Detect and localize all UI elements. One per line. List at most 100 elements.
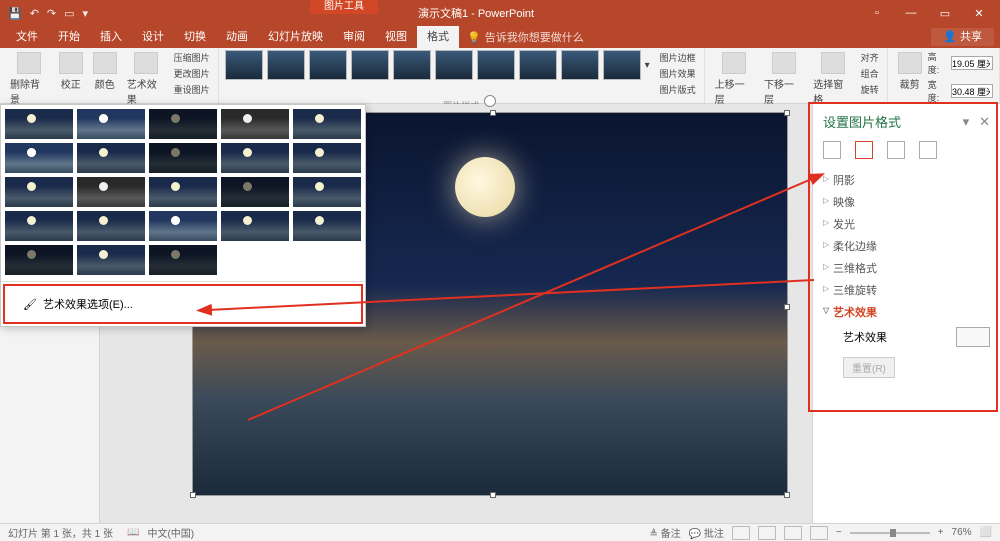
style-item[interactable] [225,50,263,80]
picture-styles-gallery[interactable]: ▾ [225,50,650,80]
bring-forward-button[interactable]: 上移一层 [711,50,758,108]
style-item[interactable] [351,50,389,80]
tab-file[interactable]: 文件 [6,26,48,48]
notes-button[interactable]: ≜ 备注 [649,525,680,540]
effect-thumbnail[interactable] [5,109,73,139]
effect-thumbnail[interactable] [77,177,145,207]
sorter-view-button[interactable] [758,526,776,540]
height-input[interactable] [951,56,993,70]
style-item[interactable] [519,50,557,80]
effect-thumbnail[interactable] [5,245,73,275]
effect-thumbnail[interactable] [5,211,73,241]
reading-view-button[interactable] [784,526,802,540]
undo-icon[interactable]: ↶ [30,7,39,20]
change-picture-button[interactable]: 更改图片 [172,66,212,81]
picture-layout-button[interactable]: 图片版式 [658,82,698,97]
artistic-effects-section[interactable]: 艺术效果 [823,301,990,323]
ribbon-options-icon[interactable]: ▫ [862,7,892,20]
effect-thumbnail[interactable] [293,143,361,173]
resize-handle[interactable] [490,110,496,116]
style-item[interactable] [603,50,641,80]
effect-thumbnail[interactable] [77,211,145,241]
tab-animations[interactable]: 动画 [216,26,258,48]
language-indicator[interactable]: 中文(中国) [147,525,194,540]
tab-format[interactable]: 格式 [417,26,459,48]
normal-view-button[interactable] [732,526,750,540]
effect-thumbnail[interactable] [293,211,361,241]
artistic-effects-options[interactable]: 🖌 艺术效果选项(E)... [13,290,353,318]
resize-handle[interactable] [190,492,196,498]
minimize-button[interactable]: — [896,7,926,20]
resize-handle[interactable] [784,110,790,116]
share-button[interactable]: 👤 共享 [931,28,994,46]
effect-thumbnail[interactable] [5,143,73,173]
style-item[interactable] [309,50,347,80]
tab-transitions[interactable]: 切换 [174,26,216,48]
send-backward-button[interactable]: 下移一层 [760,50,807,108]
zoom-out-button[interactable]: − [836,527,842,538]
effect-thumbnail[interactable] [5,177,73,207]
reset-button[interactable]: 重置(R) [843,357,895,378]
rotate-handle[interactable] [484,95,496,107]
panel-close-icon[interactable]: ✕ [979,114,990,130]
redo-icon[interactable]: ↷ [47,7,56,20]
reflection-section[interactable]: 映像 [823,191,990,213]
effect-thumbnail[interactable] [293,109,361,139]
resize-handle[interactable] [784,492,790,498]
crop-button[interactable]: 裁剪 [894,50,926,93]
save-icon[interactable]: 💾 [8,7,22,20]
glow-section[interactable]: 发光 [823,213,990,235]
style-item[interactable] [477,50,515,80]
effect-thumbnail[interactable] [77,109,145,139]
tell-me[interactable]: 💡 告诉我你想要做什么 [467,29,584,45]
effect-thumbnail[interactable] [221,143,289,173]
effect-thumbnail[interactable] [149,211,217,241]
zoom-in-button[interactable]: + [938,527,944,538]
effect-thumbnail[interactable] [221,177,289,207]
fit-to-window-button[interactable]: ⬜ [980,527,992,538]
tab-view[interactable]: 视图 [375,26,417,48]
corrections-button[interactable]: 校正 [55,50,87,93]
picture-border-button[interactable]: 图片边框 [658,50,698,65]
effect-thumbnail[interactable] [77,245,145,275]
effect-thumbnail[interactable] [149,143,217,173]
remove-background-button[interactable]: 删除背景 [6,50,53,108]
reset-picture-button[interactable]: 重设图片 [172,82,212,97]
resize-handle[interactable] [784,304,790,310]
qat-more-icon[interactable]: ▾ [83,7,89,20]
effect-thumbnail[interactable] [149,177,217,207]
shadow-section[interactable]: 阴影 [823,169,990,191]
style-item[interactable] [561,50,599,80]
tab-review[interactable]: 审阅 [333,26,375,48]
style-item[interactable] [393,50,431,80]
slideshow-view-button[interactable] [810,526,828,540]
zoom-level[interactable]: 76% [952,527,972,538]
artistic-effects-button[interactable]: 艺术效果 [123,50,170,108]
compress-pictures-button[interactable]: 压缩图片 [172,50,212,65]
3d-rotation-section[interactable]: 三维旋转 [823,279,990,301]
effects-icon[interactable] [855,141,873,159]
tab-home[interactable]: 开始 [48,26,90,48]
picture-icon[interactable] [919,141,937,159]
picture-effects-button[interactable]: 图片效果 [658,66,698,81]
rotate-button[interactable]: 旋转 [859,82,881,97]
gallery-more-icon[interactable]: ▾ [645,60,650,71]
selection-pane-button[interactable]: 选择窗格 [809,50,856,108]
artistic-effect-dropdown[interactable] [956,327,990,347]
effect-thumbnail[interactable] [293,177,361,207]
panel-dropdown-icon[interactable]: ▾ [963,114,970,130]
3d-format-section[interactable]: 三维格式 [823,257,990,279]
comments-button[interactable]: 💬 批注 [689,525,724,540]
effect-thumbnail[interactable] [77,143,145,173]
resize-handle[interactable] [490,492,496,498]
effect-thumbnail[interactable] [149,245,217,275]
zoom-slider[interactable] [850,532,930,534]
tab-design[interactable]: 设计 [132,26,174,48]
tab-insert[interactable]: 插入 [90,26,132,48]
tab-slideshow[interactable]: 幻灯片放映 [258,26,333,48]
soft-edges-section[interactable]: 柔化边缘 [823,235,990,257]
size-properties-icon[interactable] [887,141,905,159]
close-button[interactable]: ✕ [964,7,994,20]
color-button[interactable]: 颜色 [89,50,121,93]
width-input[interactable] [951,84,993,98]
